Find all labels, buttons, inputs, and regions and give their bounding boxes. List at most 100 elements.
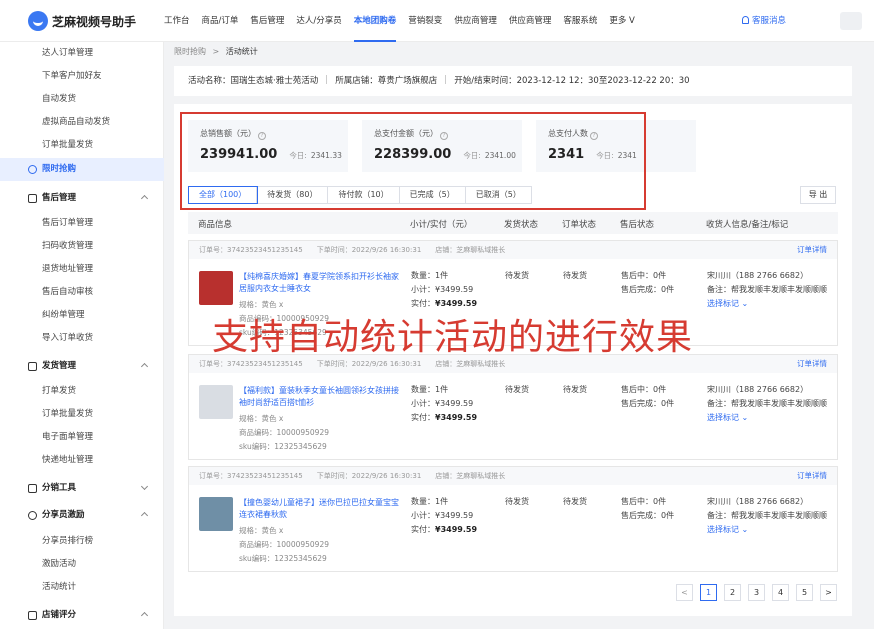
nav-item-after-sales[interactable]: 售后管理: [244, 0, 290, 42]
order-number: 订单号：37423523451235145: [199, 472, 303, 480]
sidebar-group-sharer-incentive[interactable]: 分享员激励: [0, 504, 164, 527]
user-avatar[interactable]: [840, 12, 862, 30]
sidebar-item-scan-receive[interactable]: 扫码收货管理: [0, 235, 164, 258]
sidebar-item-express-address[interactable]: 快递地址管理: [0, 449, 164, 472]
sidebar-item-virtual-auto-ship[interactable]: 虚拟商品自动发货: [0, 111, 164, 134]
sidebar-item-add-friends[interactable]: 下单客户加好友: [0, 65, 164, 88]
price-info: 数量：1件 小计：¥3499.59 实付：¥3499.59: [411, 495, 477, 537]
sidebar-group-after-sales[interactable]: 售后管理: [0, 187, 164, 210]
order-detail-link[interactable]: 订单详情: [797, 241, 827, 259]
nav-item-suppliers[interactable]: 供应商管理: [448, 0, 503, 42]
sku-code: sku编码：12325345629: [239, 554, 327, 563]
product-name[interactable]: 【福利款】童装秋季女童长袖圆领衫女孩拼接袖时尚舒适百搭t恤衫: [239, 385, 399, 409]
column-header: 售后状态: [620, 220, 655, 230]
top-bar: 芝麻视频号助手 工作台 商品/订单 售后管理 达人/分享员 本地团购卷 营销裂变…: [0, 0, 874, 42]
next-page-button[interactable]: >: [820, 584, 837, 601]
chevron-up-icon: [140, 611, 149, 620]
product-spec: 规格：黄色 x: [239, 414, 284, 423]
order-number: 订单号：37423523451235145: [199, 246, 303, 254]
bell-icon: [742, 16, 749, 24]
share-icon: [28, 484, 37, 493]
after-sales-in-progress: 售后中：0件: [621, 271, 667, 280]
sidebar-item-import-receive[interactable]: 导入订单收货: [0, 327, 164, 350]
nav-item-marketing[interactable]: 营销裂变: [402, 0, 448, 42]
award-icon: [28, 511, 37, 520]
chevron-up-icon: [140, 511, 149, 520]
product-code: 商品编码：10000950929: [239, 428, 329, 437]
page-button[interactable]: 4: [772, 584, 789, 601]
product-thumbnail[interactable]: [199, 271, 233, 305]
product-thumbnail[interactable]: [199, 385, 233, 419]
nav-item-customer-service[interactable]: 客服系统: [557, 0, 603, 42]
sidebar-item-sharer-ranking[interactable]: 分享员排行榜: [0, 530, 164, 553]
sidebar-group-distribution[interactable]: 分销工具: [0, 477, 164, 500]
order-status: 待发货: [563, 271, 587, 280]
sidebar-item-influencer-orders[interactable]: 达人订单管理: [0, 42, 164, 65]
sidebar-item-after-sales-orders[interactable]: 售后订单管理: [0, 212, 164, 235]
order-header: 订单号：37423523451235145 下单时间：2022/9/26 16:3…: [189, 467, 837, 485]
product-name[interactable]: 【撞色婴幼儿童裙子】迷你巴拉巴拉女童宝宝连衣裙春秋款: [239, 497, 399, 521]
sidebar-item-return-address[interactable]: 退货地址管理: [0, 258, 164, 281]
sidebar-item-e-waybill[interactable]: 电子面单管理: [0, 426, 164, 449]
sidebar-item-auto-review[interactable]: 售后自动审核: [0, 281, 164, 304]
sidebar-group-label: 分销工具: [42, 483, 77, 493]
receiver-info: 宋川川（188 2766 6682） 备注：帮我发顺丰发顺丰发顺顺顺 选择标记 ⌄: [707, 383, 835, 425]
sidebar-group-label: 发货管理: [42, 361, 77, 371]
nav-item-products-orders[interactable]: 商品/订单: [196, 0, 245, 42]
sidebar-item-batch-ship[interactable]: 订单批量发货: [0, 134, 164, 157]
paid-value: ¥3499.59: [435, 525, 478, 534]
page-button[interactable]: 3: [748, 584, 765, 601]
column-header: 商品信息: [198, 220, 233, 230]
app-title: 芝麻视频号助手: [52, 15, 137, 29]
service-messages-link[interactable]: 客服消息: [742, 14, 786, 26]
order-detail-link[interactable]: 订单详情: [797, 467, 827, 485]
subtotal: 小计：¥3499.59: [411, 399, 474, 408]
chevron-down-icon: ⌄: [741, 525, 749, 534]
sidebar-item-flash-sale[interactable]: 限时抢购: [0, 158, 164, 181]
activity-time: 开始/结束时间：2023-12-12 12：30至2023-12-22 20：3…: [454, 76, 690, 86]
receiver-info: 宋川川（188 2766 6682） 备注：帮我发顺丰发顺丰发顺顺顺 选择标记 ⌄: [707, 495, 835, 537]
export-button[interactable]: 导 出: [800, 186, 836, 204]
select-mark-label: 选择标记: [707, 525, 739, 534]
chevron-down-icon: ⌄: [741, 413, 749, 422]
remark: 备注：帮我发顺丰发顺丰发顺顺顺: [707, 511, 827, 520]
nav-item-influencers[interactable]: 达人/分享员: [290, 0, 347, 42]
product-name[interactable]: 【纯棉喜庆婚嫁】春夏学院领系扣开衫长袖家居服内衣女士睡衣女: [239, 271, 399, 295]
price-info: 数量：1件 小计：¥3499.59 实付：¥3499.59: [411, 269, 477, 311]
select-mark-dropdown[interactable]: 选择标记 ⌄: [707, 523, 835, 537]
sidebar-item-disputes[interactable]: 纠纷单管理: [0, 304, 164, 327]
sidebar-item-batch-ship-2[interactable]: 订单批量发货: [0, 403, 164, 426]
order-detail-link[interactable]: 订单详情: [797, 355, 827, 373]
activity-name: 活动名称：国瑞生态城·雅士苑活动: [188, 76, 319, 86]
page-button[interactable]: 1: [700, 584, 717, 601]
paid-label: 实付：: [411, 525, 435, 534]
after-sales-in-progress: 售后中：0件: [621, 385, 667, 394]
breadcrumb-current: 活动统计: [225, 47, 258, 56]
receiver-info: 宋川川（188 2766 6682） 备注：帮我发顺丰发顺丰发顺顺顺 选择标记 ⌄: [707, 269, 835, 311]
select-mark-dropdown[interactable]: 选择标记 ⌄: [707, 411, 835, 425]
breadcrumb-parent[interactable]: 限时抢购: [174, 47, 206, 56]
order-store: 店铺：芝麻聊私域推长: [435, 360, 506, 368]
sidebar-group-store-rating[interactable]: 店铺评分: [0, 604, 164, 627]
sidebar-group-shipping[interactable]: 发货管理: [0, 355, 164, 378]
column-header: 订单状态: [562, 220, 597, 230]
nav-item-local-group-buy[interactable]: 本地团购卷: [348, 0, 403, 42]
page-button[interactable]: 5: [796, 584, 813, 601]
nav-item-suppliers-2[interactable]: 供应商管理: [503, 0, 558, 42]
receiver: 宋川川（188 2766 6682）: [707, 497, 809, 506]
chevron-up-icon: [140, 194, 149, 203]
sidebar-item-incentive-activity[interactable]: 激励活动: [0, 553, 164, 576]
sidebar-item-print-ship[interactable]: 打单发货: [0, 380, 164, 403]
select-mark-dropdown[interactable]: 选择标记 ⌄: [707, 297, 835, 311]
prev-page-button[interactable]: <: [676, 584, 693, 601]
table-header: 商品信息 小计/实付（元） 发货状态 订单状态 售后状态 收货人信息/备注/标记: [188, 212, 838, 234]
ship-status: 待发货: [505, 497, 529, 506]
sidebar-item-activity-stats[interactable]: 活动统计: [0, 576, 164, 599]
page-button[interactable]: 2: [724, 584, 741, 601]
nav-item-more[interactable]: 更多 V: [603, 0, 641, 42]
nav-item-workbench[interactable]: 工作台: [158, 0, 196, 42]
receiver: 宋川川（188 2766 6682）: [707, 385, 809, 394]
sidebar-item-auto-ship[interactable]: 自动发货: [0, 88, 164, 111]
sidebar-group-label: 分享员激励: [42, 510, 85, 520]
product-thumbnail[interactable]: [199, 497, 233, 531]
